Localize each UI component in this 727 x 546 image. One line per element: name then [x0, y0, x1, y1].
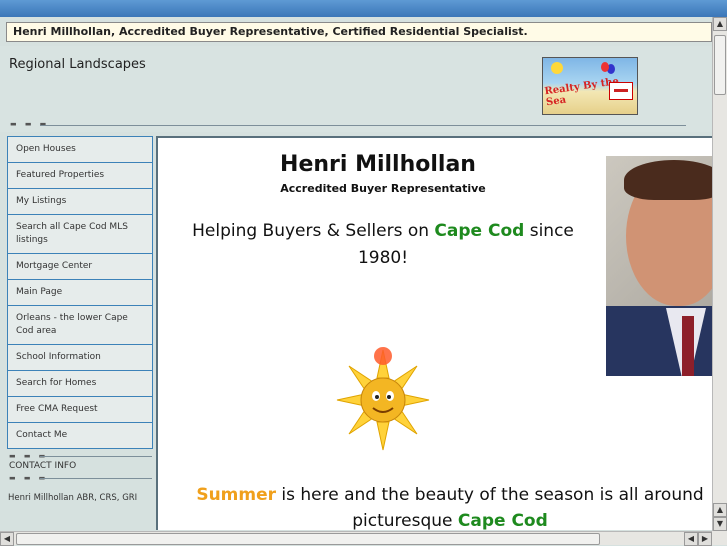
sidebar-item-featured-properties[interactable]: Featured Properties: [7, 162, 153, 189]
subheader-divider: [40, 125, 686, 126]
window-top-strip: [0, 0, 727, 17]
sidebar-item-my-listings[interactable]: My Listings: [7, 188, 153, 215]
horizontal-scrollbar[interactable]: ◀ ◀ ▶: [0, 531, 712, 546]
tagline: Helping Buyers & Sellers on Cape Cod sin…: [178, 218, 588, 272]
logo-balloons-icon: [601, 62, 609, 72]
contact-heading: CONTACT INFO: [9, 461, 77, 471]
summer-highlight: Cape Cod: [457, 511, 548, 530]
contact-divider: [40, 456, 152, 457]
logo-sign-icon: [609, 82, 633, 100]
sidebar-nav: Open Houses Featured Properties My Listi…: [7, 136, 153, 449]
scroll-right-icon[interactable]: ▶: [698, 532, 712, 546]
tagline-pre: Helping Buyers & Sellers on: [192, 221, 435, 241]
contact-divider: [40, 478, 152, 479]
contact-text: Henri Millhollan ABR, CRS, GRI: [8, 493, 138, 503]
agent-photo: [606, 156, 712, 376]
sidebar-item-school-information[interactable]: School Information: [7, 344, 153, 371]
sidebar-item-orleans[interactable]: Orleans - the lower Cape Cod area: [7, 305, 153, 345]
realty-logo[interactable]: Realty By the Sea: [542, 57, 638, 115]
vertical-scroll-thumb[interactable]: [714, 35, 726, 95]
scroll-up-icon[interactable]: ▲: [713, 17, 727, 31]
divider-dots: ▬ ▬ ▬: [10, 120, 50, 128]
vertical-scrollbar[interactable]: ▲ ▲ ▼: [712, 17, 727, 531]
summer-word: Summer: [196, 485, 277, 505]
sidebar-item-free-cma[interactable]: Free CMA Request: [7, 396, 153, 423]
logo-sun-icon: [551, 62, 563, 74]
sidebar-item-search-homes[interactable]: Search for Homes: [7, 370, 153, 397]
agent-name: Henri Millhollan: [280, 152, 476, 177]
main-content: Henri Millhollan Accredited Buyer Repres…: [156, 136, 712, 530]
photo-tie: [682, 316, 694, 376]
tagline-highlight: Cape Cod: [434, 221, 525, 241]
horizontal-scroll-thumb[interactable]: [16, 533, 600, 545]
scroll-down-icon[interactable]: ▼: [713, 517, 727, 531]
scroll-left-icon[interactable]: ◀: [684, 532, 698, 546]
header-title: Henri Millhollan, Accredited Buyer Repre…: [13, 25, 528, 38]
photo-hair: [624, 160, 712, 200]
scrollbar-corner: [712, 531, 727, 545]
sun-icon: [336, 347, 430, 451]
scroll-left-icon[interactable]: ◀: [0, 532, 14, 546]
scroll-up-icon[interactable]: ▲: [713, 503, 727, 517]
sidebar-item-main-page[interactable]: Main Page: [7, 279, 153, 306]
sidebar-item-contact-me[interactable]: Contact Me: [7, 422, 153, 449]
page-header: Henri Millhollan, Accredited Buyer Repre…: [6, 22, 712, 42]
agent-role: Accredited Buyer Representative: [280, 182, 486, 195]
sidebar-item-search-mls[interactable]: Search all Cape Cod MLS listings: [7, 214, 153, 254]
sidebar-item-mortgage-center[interactable]: Mortgage Center: [7, 253, 153, 280]
summer-message: Summer is here and the beauty of the sea…: [180, 482, 712, 530]
sidebar-item-open-houses[interactable]: Open Houses: [7, 136, 153, 163]
site-name: Regional Landscapes: [9, 57, 146, 72]
